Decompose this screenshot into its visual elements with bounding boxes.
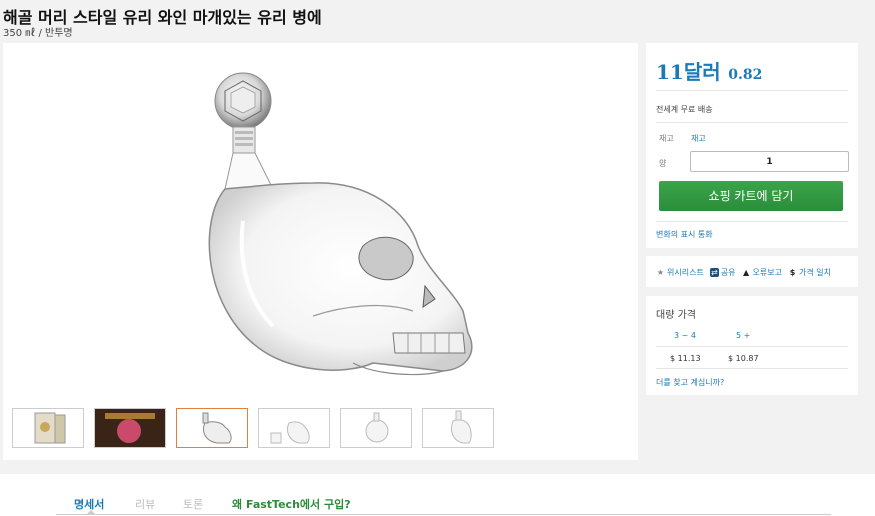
active-tab-indicator xyxy=(87,510,95,514)
thumbnail-skull-selected[interactable] xyxy=(176,408,248,448)
bulk-pricing-panel: 대량 가격 3 ~ 4 5 + $ 11.13 $ 10.87 더를 찾고 계십… xyxy=(646,296,858,395)
thumbnail-skull-2[interactable] xyxy=(258,408,330,448)
quantity-input[interactable]: 1 xyxy=(690,151,849,172)
report-error-link[interactable]: ▲ 오류보고 xyxy=(742,267,782,278)
divider xyxy=(656,368,848,369)
skull-icon xyxy=(365,412,389,443)
wishlist-link[interactable]: ★ 위시리스트 xyxy=(656,267,704,278)
tab-discussion[interactable]: 토론 xyxy=(183,496,203,512)
divider xyxy=(656,221,848,222)
share-icon: ⇄ xyxy=(709,268,719,277)
thumbnail-skull-3[interactable] xyxy=(340,408,412,448)
thumbnail-box[interactable] xyxy=(12,408,84,448)
tab-underline xyxy=(56,514,831,515)
divider xyxy=(656,122,848,123)
red-wine-icon xyxy=(95,409,165,447)
tab-reviews[interactable]: 리뷰 xyxy=(135,496,155,512)
product-tabs: 명세서 리뷰 토론 왜 FastTech에서 구입? xyxy=(0,474,875,516)
report-label: 오류보고 xyxy=(752,268,782,277)
bulk-pricing-title: 대량 가격 xyxy=(656,310,696,321)
box-icon xyxy=(34,412,66,444)
more-bulk-link[interactable]: 더를 찾고 계십니까? xyxy=(656,377,724,388)
price-match-link[interactable]: $ 가격 일치 xyxy=(788,267,831,278)
star-icon: ★ xyxy=(656,268,665,277)
free-shipping-text: 전세계 무료 배송 xyxy=(656,105,713,114)
share-label: 공유 xyxy=(720,268,736,277)
divider xyxy=(656,346,848,347)
price-main: 11달러 xyxy=(656,60,721,84)
product-variant: 350 ㎖ / 반투명 xyxy=(3,28,73,39)
bulk-tier-price: $ 11.13 xyxy=(670,354,701,363)
thumbnail-skull-4[interactable] xyxy=(422,408,494,448)
tab-why-fasttech[interactable]: 왜 FastTech에서 구입? xyxy=(232,496,351,512)
quantity-label: 양 xyxy=(659,159,667,168)
purchase-panel: 11달러 0.82 전세계 무료 배송 재고 재고 양 1 쇼핑 카트에 담기 … xyxy=(646,43,858,248)
currency-link[interactable]: 변화의 표시 통화 xyxy=(656,229,713,240)
divider xyxy=(656,90,848,91)
skull-icon xyxy=(450,410,472,444)
product-gallery xyxy=(3,43,638,460)
stock-label: 재고 xyxy=(659,134,674,143)
price: 11달러 0.82 xyxy=(656,56,762,85)
bulk-tier-qty: 3 ~ 4 xyxy=(674,331,696,340)
thumbnail-strip xyxy=(12,408,494,448)
share-link[interactable]: ⇄ 공유 xyxy=(709,267,736,278)
bulk-tier-price: $ 10.87 xyxy=(728,354,759,363)
skull-icon xyxy=(202,412,232,444)
skull-icon xyxy=(270,421,310,444)
price-match-label: 가격 일치 xyxy=(799,268,831,277)
product-image[interactable] xyxy=(203,71,503,381)
add-to-cart-button[interactable]: 쇼핑 카트에 담기 xyxy=(659,181,843,211)
wishlist-label: 위시리스트 xyxy=(667,268,704,277)
thumbnail-red-wine[interactable] xyxy=(94,408,166,448)
action-panel: ★ 위시리스트 ⇄ 공유 ▲ 오류보고 $ 가격 일치 xyxy=(646,256,858,287)
dollar-icon: $ xyxy=(789,268,796,277)
stock-value: 재고 xyxy=(691,134,706,143)
bulk-tier-qty: 5 + xyxy=(736,331,751,340)
warning-icon: ▲ xyxy=(742,268,750,277)
price-cents: 0.82 xyxy=(728,67,763,83)
